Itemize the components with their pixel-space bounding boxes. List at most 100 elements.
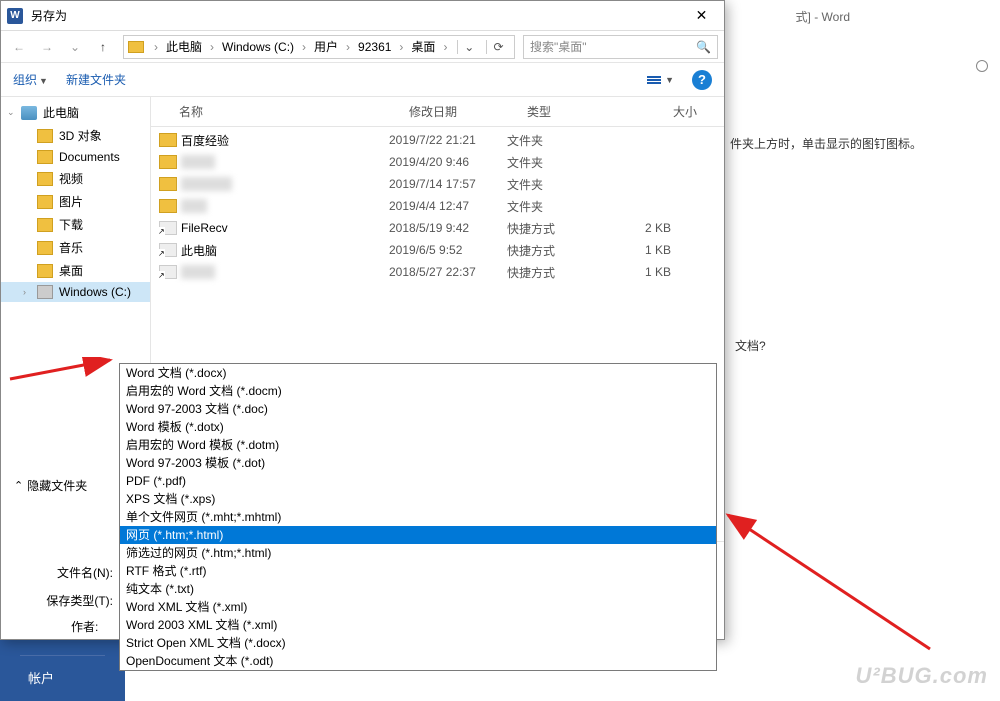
- filetype-option[interactable]: Word 2003 XML 文档 (*.xml): [120, 616, 716, 634]
- file-type: 文件夹: [507, 132, 617, 149]
- filetype-option[interactable]: XPS 文档 (*.xps): [120, 490, 716, 508]
- tree-node[interactable]: 图片: [1, 190, 150, 213]
- file-name: ████: [181, 155, 215, 169]
- filetype-option[interactable]: Word 97-2003 模板 (*.dot): [120, 454, 716, 472]
- folder-icon: [159, 199, 177, 213]
- filetype-option[interactable]: 网页 (*.htm;*.html): [120, 526, 716, 544]
- col-type[interactable]: 类型: [527, 103, 637, 120]
- search-input[interactable]: 搜索"桌面" 🔍: [523, 35, 718, 59]
- link-icon: [159, 221, 177, 235]
- tree-node[interactable]: 视频: [1, 167, 150, 190]
- filetype-option[interactable]: 启用宏的 Word 模板 (*.dotm): [120, 436, 716, 454]
- filetype-option[interactable]: RTF 格式 (*.rtf): [120, 562, 716, 580]
- view-button[interactable]: ▼: [647, 75, 674, 85]
- filename-label: 文件名(N):: [11, 564, 119, 581]
- tree-label: 此电脑: [43, 104, 79, 121]
- breadcrumb-item[interactable]: 桌面: [407, 38, 439, 55]
- up-button[interactable]: ↑: [91, 35, 115, 59]
- search-icon: 🔍: [696, 40, 711, 54]
- file-type: 快捷方式: [507, 242, 617, 259]
- file-row[interactable]: ██████2019/7/14 17:57文件夹: [151, 173, 724, 195]
- filetype-option[interactable]: 启用宏的 Word 文档 (*.docm): [120, 382, 716, 400]
- nav-bar: ← → ⌄ ↑ › 此电脑› Windows (C:)› 用户› 92361› …: [1, 31, 724, 63]
- file-row[interactable]: 百度经验2019/7/22 21:21文件夹: [151, 129, 724, 151]
- folder-icon: [128, 41, 144, 53]
- file-type: 快捷方式: [507, 220, 617, 237]
- filetype-option[interactable]: 筛选过的网页 (*.htm;*.html): [120, 544, 716, 562]
- breadcrumb-item[interactable]: 此电脑: [162, 38, 206, 55]
- tree-label: 音乐: [59, 239, 83, 256]
- filetype-option[interactable]: Word XML 文档 (*.xml): [120, 598, 716, 616]
- tree-label: 3D 对象: [59, 127, 102, 144]
- organize-button[interactable]: 组织▼: [13, 71, 48, 88]
- forward-button[interactable]: →: [35, 35, 59, 59]
- tree-label: 桌面: [59, 262, 83, 279]
- folder-icon: [37, 195, 53, 209]
- column-headers: 名称 修改日期 类型 大小: [151, 97, 724, 127]
- tree-node[interactable]: 音乐: [1, 236, 150, 259]
- tree-node[interactable]: 3D 对象: [1, 124, 150, 147]
- back-button[interactable]: ←: [7, 35, 31, 59]
- file-row[interactable]: ███2019/4/4 12:47文件夹: [151, 195, 724, 217]
- file-date: 2019/7/22 21:21: [389, 133, 507, 147]
- file-row[interactable]: ████2018/5/27 22:37快捷方式1 KB: [151, 261, 724, 283]
- tree-label: Windows (C:): [59, 285, 131, 299]
- filetype-option[interactable]: Word 文档 (*.docx): [120, 364, 716, 382]
- tree-node[interactable]: ⌄此电脑: [1, 101, 150, 124]
- filetype-option[interactable]: PDF (*.pdf): [120, 472, 716, 490]
- refresh-button[interactable]: ⌄: [457, 40, 481, 54]
- close-button[interactable]: ✕: [679, 1, 724, 31]
- breadcrumb-item[interactable]: Windows (C:): [218, 40, 298, 54]
- word-title: 式] - Word: [796, 8, 850, 25]
- file-type: 文件夹: [507, 176, 617, 193]
- recent-dropdown[interactable]: ⌄: [63, 35, 87, 59]
- folder-icon: [37, 150, 53, 164]
- pc-icon: [21, 106, 37, 120]
- filetype-option[interactable]: Word 97-2003 文档 (*.doc): [120, 400, 716, 418]
- settings-icon[interactable]: [976, 60, 988, 72]
- file-date: 2019/6/5 9:52: [389, 243, 507, 257]
- breadcrumb[interactable]: › 此电脑› Windows (C:)› 用户› 92361› 桌面› ⌄ ⟳: [123, 35, 515, 59]
- filetype-option[interactable]: OpenDocument 文本 (*.odt): [120, 652, 716, 670]
- doc-question: 文档?: [735, 337, 766, 354]
- toolbar: 组织▼ 新建文件夹 ▼ ?: [1, 63, 724, 97]
- folder-icon: [159, 133, 177, 147]
- tree-node[interactable]: 桌面: [1, 259, 150, 282]
- hide-folders-toggle[interactable]: ⌃ 隐藏文件夹: [14, 477, 87, 494]
- tree-label: Documents: [59, 150, 120, 164]
- col-name[interactable]: 名称: [179, 103, 409, 120]
- filetype-option[interactable]: Strict Open XML 文档 (*.docx): [120, 634, 716, 652]
- file-size: 1 KB: [617, 265, 677, 279]
- account-link[interactable]: 帐户: [28, 668, 54, 687]
- filetype-option[interactable]: 单个文件网页 (*.mht;*.mhtml): [120, 508, 716, 526]
- folder-icon: [37, 172, 53, 186]
- file-date: 2019/4/4 12:47: [389, 199, 507, 213]
- folder-icon: [37, 218, 53, 232]
- file-row[interactable]: ████2019/4/20 9:46文件夹: [151, 151, 724, 173]
- file-type: 文件夹: [507, 198, 617, 215]
- file-name: 此电脑: [181, 242, 217, 259]
- tree-node[interactable]: ›Windows (C:): [1, 282, 150, 302]
- tree-label: 下载: [59, 216, 83, 233]
- filetype-option[interactable]: Word 模板 (*.dotx): [120, 418, 716, 436]
- breadcrumb-item[interactable]: 用户: [310, 38, 342, 55]
- tree-node[interactable]: Documents: [1, 147, 150, 167]
- new-folder-button[interactable]: 新建文件夹: [66, 71, 126, 88]
- tree-node[interactable]: 下载: [1, 213, 150, 236]
- filetype-option[interactable]: 纯文本 (*.txt): [120, 580, 716, 598]
- folder-icon: [37, 241, 53, 255]
- col-size[interactable]: 大小: [637, 103, 697, 120]
- col-date[interactable]: 修改日期: [409, 103, 527, 120]
- file-size: 2 KB: [617, 221, 677, 235]
- file-row[interactable]: FileRecv2018/5/19 9:42快捷方式2 KB: [151, 217, 724, 239]
- search-placeholder: 搜索"桌面": [530, 38, 587, 55]
- link-icon: [159, 243, 177, 257]
- chevron-icon: ⌃: [14, 479, 23, 492]
- file-row[interactable]: 此电脑 2019/6/5 9:52快捷方式1 KB: [151, 239, 724, 261]
- refresh-button[interactable]: ⟳: [486, 40, 510, 54]
- breadcrumb-item[interactable]: 92361: [354, 40, 395, 54]
- folder-icon: [159, 177, 177, 191]
- tree-label: 图片: [59, 193, 83, 210]
- file-size: 1 KB: [617, 243, 677, 257]
- help-button[interactable]: ?: [692, 70, 712, 90]
